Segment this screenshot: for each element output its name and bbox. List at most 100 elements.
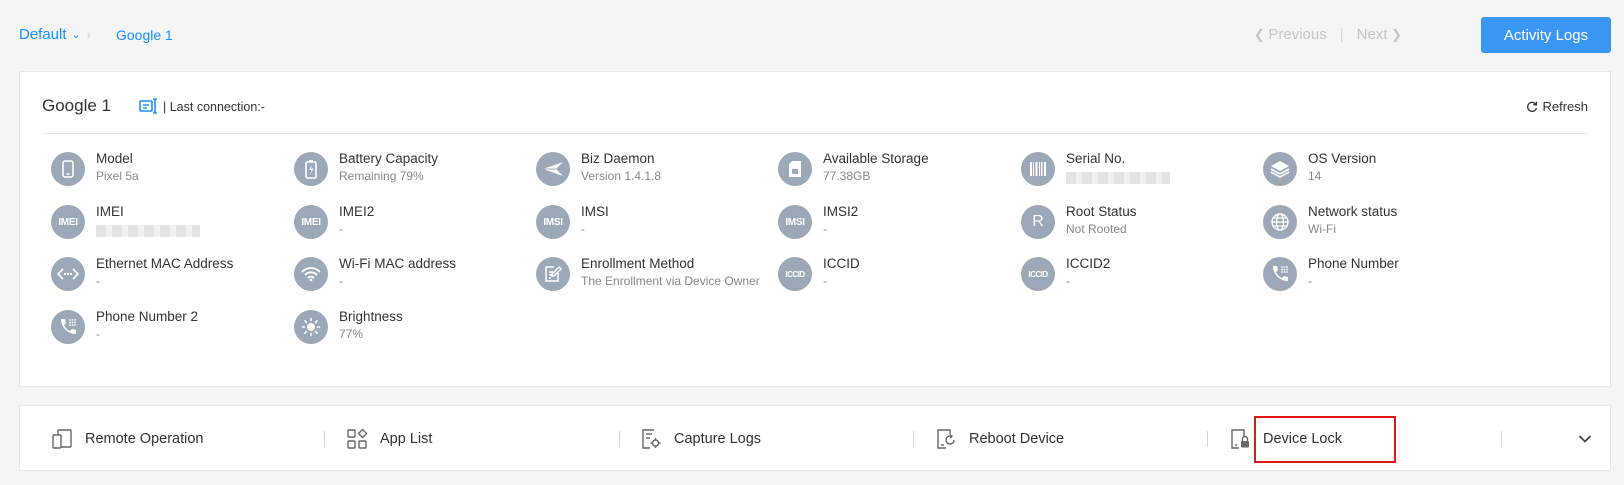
phone-dial-2-icon — [51, 310, 85, 344]
chevron-right-icon[interactable]: ❯ — [1387, 27, 1402, 43]
info-label: Enrollment Method — [581, 256, 695, 271]
pager-divider: | — [1339, 26, 1344, 43]
info-ethernet-mac: Ethernet MAC Address - — [51, 254, 291, 294]
top-bar: Default ⌄ › Google 1 ❮ Previous | Next ❯… — [0, 0, 1624, 70]
edit-document-icon — [536, 257, 570, 291]
reboot-device-button[interactable]: Reboot Device — [935, 427, 1064, 451]
action-label[interactable]: App List — [380, 431, 432, 447]
breadcrumb-current: Google 1 — [116, 27, 173, 43]
remote-operation-button[interactable]: Remote Operation — [51, 427, 203, 451]
info-serial-no: Serial No. — [1021, 149, 1261, 189]
info-value: Wi-Fi — [1308, 222, 1336, 236]
info-biz-daemon: Biz Daemon Version 1.4.1.8 — [536, 149, 776, 189]
info-label: ICCID2 — [1066, 256, 1111, 271]
device-info-card: Google 1 | Last connection:- Refresh Mod… — [19, 71, 1611, 387]
info-imsi2: IMSI IMSI2 - — [778, 202, 1018, 242]
app-list-icon — [347, 428, 368, 449]
info-value: - — [823, 274, 827, 288]
device-action-bar: Remote Operation App List Capture Logs R… — [19, 405, 1611, 471]
info-imei2: IMEI IMEI2 - — [294, 202, 534, 242]
highlight-box — [1254, 416, 1396, 463]
breadcrumb-separator-icon: › — [86, 27, 91, 42]
group-selector-label[interactable]: Default — [19, 26, 67, 43]
info-label: IMSI2 — [823, 204, 859, 219]
phone-icon — [51, 152, 85, 186]
last-connection-text: | Last connection:- — [163, 100, 265, 114]
info-value: - — [339, 222, 343, 236]
action-divider — [324, 431, 325, 447]
action-divider — [1501, 431, 1502, 447]
refresh-label: Refresh — [1542, 99, 1588, 114]
imei2-icon: IMEI — [294, 205, 328, 239]
info-imsi: IMSI IMSI - — [536, 202, 776, 242]
info-label: Root Status — [1066, 204, 1137, 219]
info-model: Model Pixel 5a — [51, 149, 291, 189]
action-divider — [913, 431, 914, 447]
info-os-version: OS Version 14 — [1263, 149, 1503, 189]
wifi-icon — [294, 257, 328, 291]
info-label: Brightness — [339, 309, 403, 324]
device-name: Google 1 — [42, 96, 111, 115]
info-value: - — [823, 222, 827, 236]
chevron-down-icon[interactable]: ⌄ — [72, 28, 81, 41]
info-label: IMEI — [96, 204, 124, 219]
battery-icon — [294, 152, 328, 186]
info-value: Version 1.4.1.8 — [581, 169, 662, 183]
imei-icon: IMEI — [51, 205, 85, 239]
chevron-down-icon[interactable] — [1578, 434, 1592, 444]
info-phone-number-2: Phone Number 2 - — [51, 307, 291, 347]
info-available-storage: Available Storage 77.38GB — [778, 149, 1018, 189]
info-label: Available Storage — [823, 151, 929, 166]
iccid-icon: ICCID — [778, 257, 812, 291]
info-label: Serial No. — [1066, 151, 1126, 166]
info-value: 14 — [1308, 169, 1322, 183]
imsi2-icon: IMSI — [778, 205, 812, 239]
action-divider — [1207, 431, 1208, 447]
info-value: 77.38GB — [823, 169, 871, 183]
info-value: Pixel 5a — [96, 169, 139, 183]
pager: ❮ Previous | Next ❯ — [1254, 26, 1402, 43]
previous-button[interactable]: Previous — [1268, 26, 1326, 43]
action-label[interactable]: Reboot Device — [969, 431, 1064, 447]
info-value: - — [581, 222, 585, 236]
refresh-button[interactable]: Refresh — [1526, 99, 1588, 114]
sd-card-icon — [778, 152, 812, 186]
app-list-button[interactable]: App List — [346, 427, 432, 451]
device-lock-icon — [1231, 429, 1249, 449]
sun-icon — [294, 310, 328, 344]
info-network-status: Network status Wi-Fi — [1263, 202, 1503, 242]
serial-value-redacted — [1066, 172, 1170, 184]
info-label: IMEI2 — [339, 204, 375, 219]
capture-logs-button[interactable]: Capture Logs — [640, 427, 761, 451]
info-wifi-mac: Wi-Fi MAC address - — [294, 254, 534, 294]
info-label: IMSI — [581, 204, 609, 219]
info-label: Biz Daemon — [581, 151, 655, 166]
info-label: Model — [96, 151, 133, 166]
info-value: - — [1066, 274, 1070, 288]
chevron-left-icon[interactable]: ❮ — [1254, 27, 1269, 43]
rename-device-icon[interactable] — [139, 97, 159, 115]
info-label: Ethernet MAC Address — [96, 256, 234, 271]
remote-operation-icon — [52, 429, 72, 449]
next-button[interactable]: Next — [1357, 26, 1388, 43]
refresh-icon[interactable] — [1526, 101, 1538, 113]
info-value: 77% — [339, 327, 364, 341]
imsi-icon: IMSI — [536, 205, 570, 239]
info-value: - — [339, 274, 343, 288]
reboot-icon — [937, 429, 955, 449]
expand-actions-button[interactable] — [1578, 431, 1592, 449]
action-divider — [619, 431, 620, 447]
device-header: Google 1 | Last connection:- Refresh — [42, 94, 1588, 134]
imei-value-redacted — [96, 225, 200, 237]
info-battery: Battery Capacity Remaining 79% — [294, 149, 534, 189]
action-label[interactable]: Remote Operation — [85, 431, 203, 447]
info-brightness: Brightness 77% — [294, 307, 534, 347]
paper-plane-icon — [536, 152, 570, 186]
info-value: The Enrollment via Device Owner — [581, 274, 760, 288]
info-iccid2: ICCID ICCID2 - — [1021, 254, 1261, 294]
group-selector[interactable]: Default ⌄ › — [19, 26, 91, 43]
info-label: Battery Capacity — [339, 151, 439, 166]
info-root-status: R Root Status Not Rooted — [1021, 202, 1261, 242]
activity-logs-button[interactable]: Activity Logs — [1481, 17, 1611, 53]
action-label[interactable]: Capture Logs — [674, 431, 761, 447]
